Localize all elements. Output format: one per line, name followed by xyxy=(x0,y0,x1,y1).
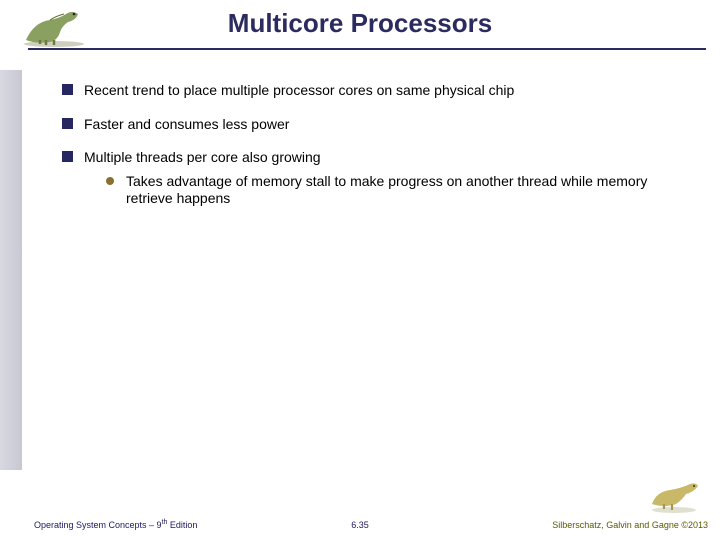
slide-header: Multicore Processors xyxy=(0,8,720,45)
footer-left-text-a: Operating System Concepts – 9 xyxy=(34,520,162,530)
bullet-level1: Recent trend to place multiple processor… xyxy=(62,82,672,100)
bullet-text: Takes advantage of memory stall to make … xyxy=(126,173,647,207)
bullet-level1: Multiple threads per core also growing T… xyxy=(62,149,672,208)
slide-content: Recent trend to place multiple processor… xyxy=(62,82,672,224)
title-underline xyxy=(28,48,706,50)
footer-right: Silberschatz, Galvin and Gagne ©2013 xyxy=(552,520,708,530)
dinosaur-footer-image xyxy=(646,478,702,514)
footer-left: Operating System Concepts – 9th Edition xyxy=(34,519,197,530)
bullet-text: Multiple threads per core also growing xyxy=(84,149,321,165)
bullet-level1: Faster and consumes less power xyxy=(62,116,672,134)
slide-title: Multicore Processors xyxy=(0,8,720,45)
bullet-level2: Takes advantage of memory stall to make … xyxy=(106,173,672,208)
left-sidebar xyxy=(0,70,22,470)
footer-left-text-b: Edition xyxy=(167,520,197,530)
bullet-text: Recent trend to place multiple processor… xyxy=(84,82,514,98)
bullet-text: Faster and consumes less power xyxy=(84,116,289,132)
